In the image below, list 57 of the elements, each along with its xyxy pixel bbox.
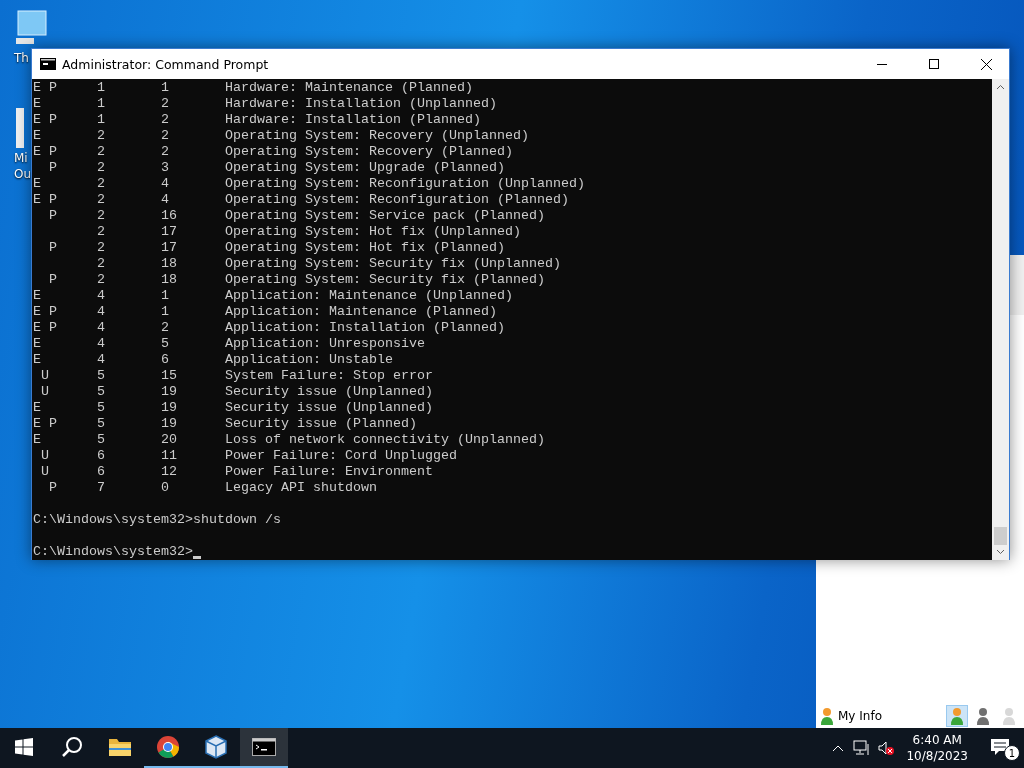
- notification-button[interactable]: 1: [976, 728, 1024, 768]
- text-cursor: [192, 556, 201, 559]
- console-line: P 2 17 Operating System: Hot fix (Planned): [48, 240, 505, 256]
- scroll-up-icon[interactable]: [996, 83, 1005, 92]
- console-line: P 7 0 Legacy API shutdown: [48, 480, 377, 496]
- network-icon[interactable]: [853, 740, 872, 756]
- person-icon: [950, 707, 964, 725]
- close-icon: [980, 58, 992, 70]
- my-info-label[interactable]: My Info: [838, 709, 942, 723]
- console-line: E 4 5 Application: Unresponsive: [33, 336, 425, 352]
- console-line: E 5 20 Loss of network connectivity (Unplanned): [33, 432, 545, 448]
- console-line: E P 1 1 Hardware: Maintenance (Planned): [33, 80, 473, 96]
- scrollbar[interactable]: [992, 79, 1009, 560]
- document-icon: [14, 108, 24, 148]
- person-icon: [976, 707, 990, 725]
- chevron-up-icon[interactable]: [832, 744, 845, 752]
- command-line: C:\Windows\system32>: [33, 544, 193, 560]
- muted-speaker-icon[interactable]: [877, 740, 896, 756]
- console-line: 2 18 Operating System: Security fix (Unplanned): [96, 256, 561, 272]
- maximize-icon: [929, 59, 939, 69]
- terminal-icon: [252, 738, 276, 756]
- windows-logo-icon: [15, 738, 33, 756]
- console-line: E P 4 1 Application: Maintenance (Planned): [33, 304, 497, 320]
- console-line: E P 2 4 Operating System: Reconfiguration (Planned): [33, 192, 569, 208]
- console-line: E P 1 2 Hardware: Installation (Planned): [33, 112, 481, 128]
- console-line: E P 2 2 Operating System: Recovery (Planned): [33, 144, 513, 160]
- console-line: 2 17 Operating System: Hot fix (Unplanned): [96, 224, 521, 240]
- console-line: P 2 16 Operating System: Service pack (Planned): [48, 208, 545, 224]
- clock[interactable]: 6:40 AM 10/8/2023: [898, 732, 976, 764]
- search-icon: [61, 736, 83, 758]
- console-line: U 6 12 Power Failure: Environment: [40, 464, 433, 480]
- console-line: U 5 19 Security issue (Unplanned): [40, 384, 433, 400]
- console-line: U 5 15 System Failure: Stop error: [40, 368, 433, 384]
- person-icon: [1002, 707, 1016, 725]
- console-line: E 1 2 Hardware: Installation (Unplanned): [33, 96, 497, 112]
- taskbar-app-button[interactable]: [240, 728, 288, 768]
- folder-icon: [108, 737, 132, 757]
- console-line: U 6 11 Power Failure: Cord Unplugged: [40, 448, 457, 464]
- terminal-icon: [40, 58, 56, 70]
- chrome-icon: [156, 735, 180, 759]
- console-line: E 4 6 Application: Unstable: [33, 352, 393, 368]
- console-line: P 2 18 Operating System: Security fix (Planned): [48, 272, 545, 288]
- desktop-icon-label[interactable]: Mi Ou: [14, 150, 34, 182]
- console-line: E 2 4 Operating System: Reconfiguration (Unplanned): [33, 176, 585, 192]
- scroll-thumb[interactable]: [994, 527, 1007, 545]
- console-line: P 2 3 Operating System: Upgrade (Planned): [48, 160, 505, 176]
- desktop-icon-label[interactable]: Th: [14, 50, 34, 66]
- scroll-down-icon[interactable]: [996, 547, 1005, 556]
- console-line: E P 5 19 Security issue (Planned): [33, 416, 417, 432]
- console-line: E 5 19 Security issue (Unplanned): [33, 400, 433, 416]
- command-line: C:\Windows\system32>shutdown /s: [33, 512, 281, 528]
- console-line: E 2 2 Operating System: Recovery (Unplanned): [33, 128, 529, 144]
- cube-icon: [205, 735, 227, 759]
- console-line: E 4 1 Application: Maintenance (Unplanned): [33, 288, 513, 304]
- window-title: Administrator: Command Prompt: [62, 56, 270, 72]
- console-line: E P 4 2 Application: Installation (Planned): [33, 320, 505, 336]
- person-icon: [820, 707, 834, 725]
